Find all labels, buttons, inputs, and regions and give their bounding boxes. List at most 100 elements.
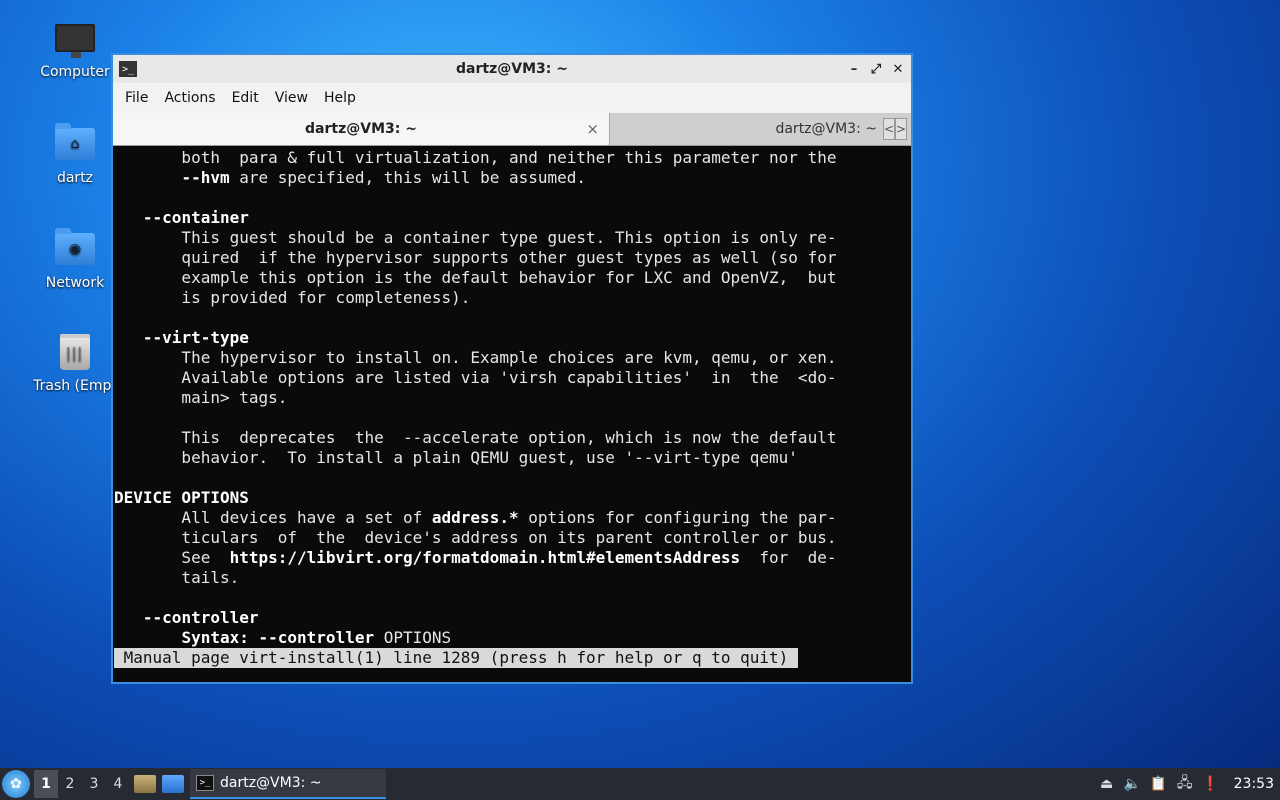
menu-edit[interactable]: Edit xyxy=(224,90,267,106)
terminal-line: behavior. To install a plain QEMU guest,… xyxy=(114,448,911,468)
workspace-switcher: 1 2 3 4 xyxy=(34,770,130,798)
workspace-3[interactable]: 3 xyxy=(82,770,106,798)
terminal-text: quired if the hypervisor supports other … xyxy=(114,248,837,267)
terminal-text: are specified, this will be assumed. xyxy=(229,168,587,187)
terminal-line: The hypervisor to install on. Example ch… xyxy=(114,348,911,368)
terminal-text: tails. xyxy=(114,568,240,587)
terminal-text: --container xyxy=(142,208,249,227)
system-tray: ⏏ 🔈 📋 🖧 ❗ 23:53 xyxy=(1098,775,1274,793)
terminal-line: Available options are listed via 'virsh … xyxy=(114,368,911,388)
menu-actions[interactable]: Actions xyxy=(156,90,223,106)
terminal-line: both para & full virtualization, and nei… xyxy=(114,148,911,168)
computer-icon xyxy=(53,18,97,58)
terminal-line: This deprecates the --accelerate option,… xyxy=(114,428,911,448)
workspace-2[interactable]: 2 xyxy=(58,770,82,798)
terminal-line: --hvm are specified, this will be assume… xyxy=(114,168,911,188)
terminal-line: tails. xyxy=(114,568,911,588)
terminal-output[interactable]: both para & full virtualization, and nei… xyxy=(113,146,911,682)
desktop-icon-computer[interactable]: Computer xyxy=(25,18,125,80)
terminal-text: DEVICE OPTIONS xyxy=(114,488,249,507)
start-menu-icon[interactable]: ✿ xyxy=(2,770,30,798)
terminal-text: both para & full virtualization, and nei… xyxy=(114,148,837,167)
trash-icon xyxy=(53,332,97,372)
tab-label: dartz@VM3: ~ xyxy=(305,121,417,137)
terminal-line: All devices have a set of address.* opti… xyxy=(114,508,911,528)
desktop-icon-label: dartz xyxy=(56,170,94,186)
task-label: dartz@VM3: ~ xyxy=(220,775,322,791)
terminal-text: is provided for completeness). xyxy=(114,288,471,307)
menu-view[interactable]: View xyxy=(267,90,316,106)
terminal-app-icon[interactable]: >_ xyxy=(119,61,137,77)
menu-file[interactable]: File xyxy=(117,90,156,106)
file-manager-icon[interactable] xyxy=(134,775,156,793)
tab-close-icon[interactable]: × xyxy=(586,120,599,138)
home-folder-icon: ⌂ xyxy=(53,123,97,164)
desktop-icon-home[interactable]: ⌂ dartz xyxy=(25,123,125,186)
terminal-text: for de- xyxy=(740,548,837,567)
network-status-icon[interactable]: 🖧 xyxy=(1176,775,1194,793)
terminal-text: behavior. To install a plain QEMU guest,… xyxy=(114,448,798,467)
tab-label: dartz@VM3: ~ xyxy=(775,121,877,137)
terminal-line: --virt-type xyxy=(114,328,911,348)
workspace-1[interactable]: 1 xyxy=(34,770,58,798)
tab-scroll-right-icon[interactable]: > xyxy=(895,118,907,140)
window-title: dartz@VM3: ~ xyxy=(456,61,568,77)
minimize-button[interactable]: – xyxy=(845,60,863,78)
terminal-text: --controller xyxy=(142,608,259,627)
menu-help[interactable]: Help xyxy=(316,90,364,106)
close-button[interactable]: ✕ xyxy=(889,60,907,78)
desktop-icon-label: Computer xyxy=(40,64,110,80)
terminal-line: --controller xyxy=(114,608,911,628)
workspace-4[interactable]: 4 xyxy=(106,770,130,798)
terminal-text: ticulars of the device's address on its … xyxy=(114,528,837,547)
show-desktop-icon[interactable] xyxy=(162,775,184,793)
terminal-icon: >_ xyxy=(196,775,214,791)
terminal-text: The hypervisor to install on. Example ch… xyxy=(114,348,837,367)
terminal-text: --virt-type xyxy=(142,328,249,347)
tab-scroll-left-icon[interactable]: < xyxy=(883,118,895,140)
terminal-line: DEVICE OPTIONS xyxy=(114,488,911,508)
terminal-line: main> tags. xyxy=(114,388,911,408)
clipboard-icon[interactable]: 📋 xyxy=(1150,775,1168,793)
menu-bar: File Actions Edit View Help xyxy=(113,83,911,113)
desktop-icon-network[interactable]: ◉ Network xyxy=(25,228,125,291)
terminal-text: example this option is the default behav… xyxy=(114,268,837,287)
update-notifier-icon[interactable]: ❗ xyxy=(1202,775,1220,793)
terminal-line: quired if the hypervisor supports other … xyxy=(114,248,911,268)
terminal-text: This guest should be a container type gu… xyxy=(114,228,837,247)
tab-bar: dartz@VM3: ~ × dartz@VM3: ~ < > xyxy=(113,113,911,146)
terminal-line: See https://libvirt.org/formatdomain.htm… xyxy=(114,548,911,568)
terminal-text: All devices have a set of xyxy=(114,508,432,527)
network-folder-icon: ◉ xyxy=(53,228,97,269)
tab-active[interactable]: dartz@VM3: ~ × xyxy=(113,113,610,145)
terminal-line: ticulars of the device's address on its … xyxy=(114,528,911,548)
clock[interactable]: 23:53 xyxy=(1234,776,1274,792)
terminal-text: options for configuring the par- xyxy=(518,508,837,527)
eject-icon[interactable]: ⏏ xyxy=(1098,775,1116,793)
taskbar-task-terminal[interactable]: >_ dartz@VM3: ~ xyxy=(190,769,386,799)
maximize-button[interactable]: ⤢ xyxy=(867,60,885,78)
desktop-icon-trash[interactable]: Trash (Empt xyxy=(25,332,125,394)
terminal-text: Syntax: --controller xyxy=(181,628,375,647)
terminal-line: Syntax: --controller OPTIONS xyxy=(114,628,911,648)
terminal-text: main> tags. xyxy=(114,388,288,407)
desktop-icon-label: Trash (Empt xyxy=(33,378,117,394)
terminal-line: This guest should be a container type gu… xyxy=(114,228,911,248)
terminal-window: >_ dartz@VM3: ~ – ⤢ ✕ File Actions Edit … xyxy=(111,53,913,684)
terminal-text: See xyxy=(114,548,230,567)
terminal-text: https://libvirt.org/formatdomain.html#el… xyxy=(229,548,741,567)
pager-status-line: Manual page virt-install(1) line 1289 (p… xyxy=(114,648,798,668)
window-titlebar[interactable]: >_ dartz@VM3: ~ – ⤢ ✕ xyxy=(113,55,911,83)
terminal-text: This deprecates the --accelerate option,… xyxy=(114,428,837,447)
tab-inactive[interactable]: dartz@VM3: ~ < > xyxy=(610,113,911,145)
terminal-text: Available options are listed via 'virsh … xyxy=(114,368,837,387)
volume-icon[interactable]: 🔈 xyxy=(1124,775,1142,793)
